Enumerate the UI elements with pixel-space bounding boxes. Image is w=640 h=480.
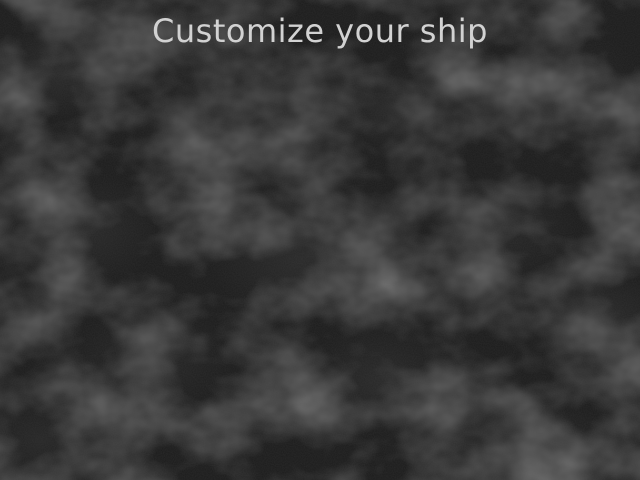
cloud-background [0,0,640,480]
grain-texture [0,0,640,480]
ship-customization-screen: Customize your ship [0,0,640,480]
screen-title: Customize your ship [152,12,488,50]
